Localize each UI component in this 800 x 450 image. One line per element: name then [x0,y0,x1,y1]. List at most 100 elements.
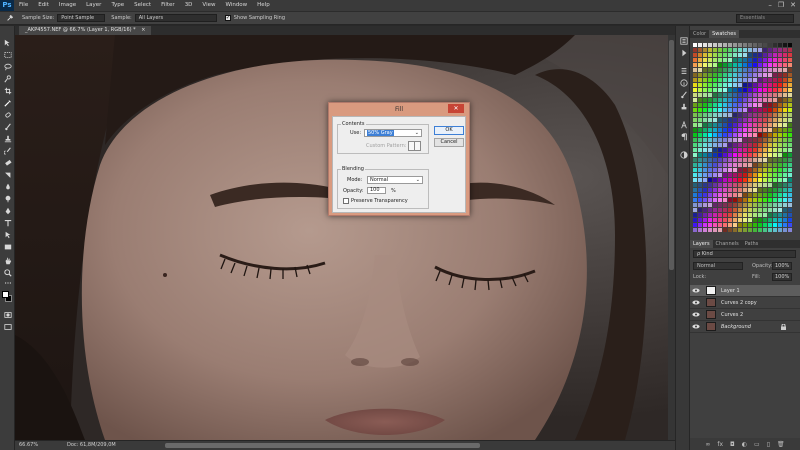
swatch-cell[interactable] [748,158,752,162]
swatch-cell[interactable] [763,173,767,177]
swatch-cell[interactable] [743,123,747,127]
info-panel-icon[interactable] [679,78,688,87]
swatch-cell[interactable] [713,213,717,217]
swatch-cell[interactable] [718,178,722,182]
character-panel-icon[interactable] [679,120,688,129]
swatch-cell[interactable] [713,103,717,107]
link-layers-icon[interactable]: ∞ [705,441,710,448]
swatch-cell[interactable] [713,68,717,72]
swatch-cell[interactable] [693,83,697,87]
swatch-cell[interactable] [738,218,742,222]
swatch-cell[interactable] [783,203,787,207]
swatch-cell[interactable] [758,48,762,52]
swatch-cell[interactable] [763,143,767,147]
swatch-cell[interactable] [778,83,782,87]
swatch-cell[interactable] [778,193,782,197]
swatch-cell[interactable] [698,203,702,207]
swatch-cell[interactable] [763,123,767,127]
swatch-cell[interactable] [738,188,742,192]
swatch-cell[interactable] [708,48,712,52]
swatch-cell[interactable] [788,183,792,187]
swatch-cell[interactable] [743,228,747,232]
swatch-cell[interactable] [738,183,742,187]
use-select[interactable]: 50% Gray ⌄ [364,129,422,137]
swatch-cell[interactable] [708,168,712,172]
swatch-cell[interactable] [758,173,762,177]
swatch-cell[interactable] [698,68,702,72]
swatch-cell[interactable] [758,178,762,182]
swatch-cell[interactable] [768,53,772,57]
swatch-cell[interactable] [783,148,787,152]
swatch-cell[interactable] [763,183,767,187]
swatch-cell[interactable] [778,138,782,142]
swatch-cell[interactable] [733,68,737,72]
swatch-cell[interactable] [753,148,757,152]
swatch-cell[interactable] [783,43,787,47]
swatch-cell[interactable] [773,98,777,102]
swatch-cell[interactable] [718,83,722,87]
swatch-cell[interactable] [718,173,722,177]
swatch-cell[interactable] [778,168,782,172]
swatch-cell[interactable] [698,113,702,117]
swatch-cell[interactable] [773,223,777,227]
swatch-cell[interactable] [753,183,757,187]
swatch-cell[interactable] [778,128,782,132]
swatch-cell[interactable] [783,93,787,97]
swatch-cell[interactable] [703,208,707,212]
swatch-cell[interactable] [728,163,732,167]
swatch-cell[interactable] [708,118,712,122]
swatch-cell[interactable] [728,213,732,217]
swatch-cell[interactable] [783,68,787,72]
swatch-cell[interactable] [723,113,727,117]
swatch-cell[interactable] [753,208,757,212]
swatch-cell[interactable] [733,183,737,187]
swatch-cell[interactable] [748,98,752,102]
swatch-cell[interactable] [738,173,742,177]
swatch-cell[interactable] [788,98,792,102]
screen-mode-icon[interactable] [3,322,12,331]
swatch-cell[interactable] [743,203,747,207]
swatch-cell[interactable] [763,88,767,92]
swatch-cell[interactable] [778,228,782,232]
vertical-scroll-thumb[interactable] [669,40,674,270]
swatch-cell[interactable] [713,43,717,47]
pen-tool-icon[interactable] [3,206,12,215]
swatch-cell[interactable] [708,43,712,47]
swatch-cell[interactable] [728,103,732,107]
swatch-cell[interactable] [738,193,742,197]
swatch-cell[interactable] [753,198,757,202]
swatch-cell[interactable] [718,138,722,142]
swatch-cell[interactable] [748,163,752,167]
swatch-cell[interactable] [723,128,727,132]
swatch-cell[interactable] [743,118,747,122]
swatch-cell[interactable] [748,118,752,122]
swatch-cell[interactable] [788,148,792,152]
swatch-cell[interactable] [743,43,747,47]
swatch-cell[interactable] [713,138,717,142]
swatch-cell[interactable] [693,213,697,217]
swatch-cell[interactable] [693,123,697,127]
swatch-cell[interactable] [693,183,697,187]
swatch-cell[interactable] [693,63,697,67]
swatch-cell[interactable] [698,133,702,137]
swatch-cell[interactable] [788,123,792,127]
swatch-cell[interactable] [753,153,757,157]
swatch-cell[interactable] [713,58,717,62]
swatch-cell[interactable] [698,148,702,152]
swatch-cell[interactable] [728,198,732,202]
swatch-cell[interactable] [788,228,792,232]
swatch-cell[interactable] [698,173,702,177]
swatch-cell[interactable] [773,88,777,92]
swatch-cell[interactable] [773,193,777,197]
swatch-cell[interactable] [743,53,747,57]
swatch-cell[interactable] [728,228,732,232]
swatch-cell[interactable] [778,93,782,97]
swatch-cell[interactable] [693,78,697,82]
history-brush-tool-icon[interactable] [3,146,12,155]
swatch-cell[interactable] [698,48,702,52]
swatch-cell[interactable] [773,73,777,77]
swatch-cell[interactable] [728,128,732,132]
swatch-cell[interactable] [713,228,717,232]
swatch-cell[interactable] [743,193,747,197]
swatch-cell[interactable] [713,143,717,147]
